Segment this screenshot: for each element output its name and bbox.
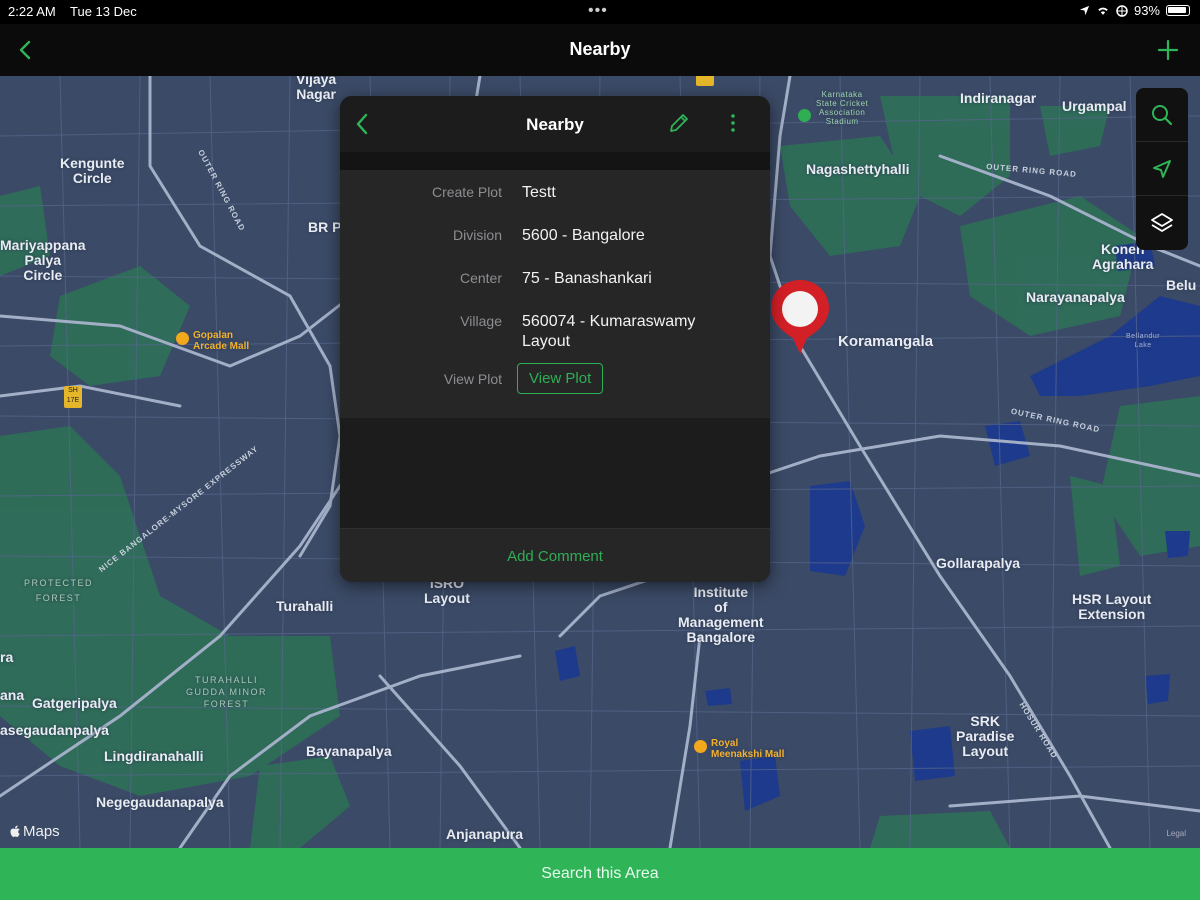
field-row-center: Center 75 - Banashankari bbox=[340, 260, 770, 303]
field-row-division: Division 5600 - Bangalore bbox=[340, 217, 770, 260]
map-label-asegaudanpalya: asegaudanpalya bbox=[0, 722, 109, 738]
location-arrow-icon bbox=[1153, 159, 1171, 178]
map-label-iim: Institute of Management Bangalore bbox=[678, 584, 764, 645]
field-row-create-plot: Create Plot Testt bbox=[340, 174, 770, 217]
search-icon bbox=[1152, 104, 1173, 125]
view-plot-button[interactable]: View Plot bbox=[517, 363, 604, 394]
battery-percent: 93% bbox=[1133, 3, 1160, 18]
map-label-gatgeripalya: Gatgeripalya bbox=[32, 695, 117, 711]
field-value-create-plot: Testt bbox=[522, 184, 556, 201]
map-label-ana: ana bbox=[0, 687, 25, 703]
nav-title: Nearby bbox=[569, 39, 631, 59]
map-label-koramangala: Koramangala bbox=[838, 333, 934, 350]
field-label: Village bbox=[460, 313, 502, 329]
map-label-narayanapalya: Narayanapalya bbox=[1026, 289, 1125, 305]
wifi-icon bbox=[1098, 7, 1108, 15]
multitask-dots-icon[interactable]: ••• bbox=[588, 2, 608, 20]
map-label-lake: Bellandur Lake bbox=[1126, 333, 1161, 349]
highway-shield-icon-2 bbox=[696, 76, 714, 86]
map-layers-button[interactable] bbox=[1136, 196, 1188, 250]
map-controls bbox=[1136, 88, 1188, 250]
map-label-bayanapalya: Bayanapalya bbox=[306, 743, 392, 759]
legal-link[interactable]: Legal bbox=[1166, 829, 1186, 838]
panel-header: Nearby bbox=[340, 96, 770, 152]
field-label: View Plot bbox=[443, 371, 502, 387]
location-pin-icon[interactable] bbox=[769, 278, 831, 356]
search-this-area-button[interactable]: Search this Area bbox=[0, 848, 1200, 900]
field-label: Create Plot bbox=[431, 184, 502, 200]
vpn-icon bbox=[1116, 4, 1128, 17]
more-vertical-icon[interactable] bbox=[724, 110, 742, 136]
highway-shield-icon: SH 17E bbox=[64, 386, 82, 408]
battery-icon bbox=[1166, 5, 1190, 16]
map-label-belu: Belu bbox=[1166, 277, 1197, 293]
panel-separator bbox=[340, 152, 770, 170]
map-search-button[interactable] bbox=[1136, 88, 1188, 142]
map-label-turahalli-forest: TURAHALLI GUDDA MINOR FOREST bbox=[186, 675, 268, 709]
add-comment-button[interactable]: Add Comment bbox=[340, 528, 770, 582]
stadium-poi-icon[interactable] bbox=[798, 109, 811, 122]
panel-title: Nearby bbox=[526, 115, 584, 134]
field-value-division: 5600 - Bangalore bbox=[522, 227, 645, 244]
map-label-br-p: BR P bbox=[308, 219, 342, 235]
map-label-ra: ra bbox=[0, 649, 14, 665]
map-label-protected-forest: PROTECTED FOREST bbox=[24, 578, 94, 603]
map-label-hsr-layout: HSR Layout Extension bbox=[1072, 591, 1152, 622]
map-label-lingdiranahalli: Lingdiranahalli bbox=[104, 748, 204, 764]
status-bar: 2:22 AM Tue 13 Dec ••• 93% bbox=[0, 0, 1200, 24]
field-row-view-plot: View Plot View Plot bbox=[340, 361, 770, 404]
panel-empty-area bbox=[340, 418, 770, 528]
field-value-center: 75 - Banashankari bbox=[522, 270, 652, 287]
map-label-srk-paradise: SRK Paradise Layout bbox=[956, 713, 1015, 759]
map-label-vijaya-nagar: Vijaya Nagar bbox=[296, 76, 337, 102]
edit-pencil-icon[interactable] bbox=[666, 110, 692, 136]
map-label-anjanapura: Anjanapura bbox=[446, 826, 524, 842]
plot-details-form: Create Plot Testt Division 5600 - Bangal… bbox=[340, 170, 770, 418]
map-label-stadium: Karnataka State Cricket Association Stad… bbox=[816, 90, 869, 126]
layers-icon bbox=[1151, 213, 1173, 232]
map-label-nagashettyhalli: Nagashettyhalli bbox=[806, 161, 910, 177]
apple-logo-icon bbox=[10, 825, 20, 837]
location-arrow-icon bbox=[1079, 5, 1090, 16]
maps-attribution[interactable]: Maps bbox=[10, 823, 60, 840]
map-label-kengunte-circle: Kengunte Circle bbox=[60, 155, 125, 186]
status-icons: 93% bbox=[1079, 3, 1190, 18]
nearby-detail-panel: Nearby Create Plot Testt Division 5600 -… bbox=[340, 96, 770, 582]
map-label-indiranagar: Indiranagar bbox=[960, 90, 1037, 106]
maps-attribution-label: Maps bbox=[23, 823, 60, 840]
map-label-turahalli: Turahalli bbox=[276, 598, 334, 614]
map-label-urgampal: Urgampal bbox=[1062, 98, 1127, 114]
add-plus-icon[interactable] bbox=[1156, 38, 1180, 62]
field-row-village: Village 560074 - Kumaraswamy Layout bbox=[340, 303, 770, 361]
field-label: Center bbox=[459, 270, 502, 286]
map-label-gopalan-mall[interactable]: Gopalan Arcade Mall bbox=[193, 330, 249, 352]
status-date: Tue 13 Dec bbox=[70, 4, 137, 19]
field-label: Division bbox=[452, 227, 502, 243]
mall-poi-icon[interactable] bbox=[694, 740, 707, 753]
mall-poi-icon[interactable] bbox=[176, 332, 189, 345]
nav-bar: Nearby bbox=[0, 24, 1200, 76]
map-label-negegaudanapalya: Negegaudanapalya bbox=[96, 794, 224, 810]
field-value-village: 560074 - Kumaraswamy Layout bbox=[522, 313, 696, 350]
map-label-gollarapalya: Gollarapalya bbox=[936, 555, 1021, 571]
map-label-royal-mall[interactable]: Royal Meenakshi Mall bbox=[711, 738, 784, 760]
map-locate-button[interactable] bbox=[1136, 142, 1188, 196]
map-label-mariyappana-palya: Mariyappana Palya Circle bbox=[0, 237, 86, 283]
status-time: 2:22 AM bbox=[8, 4, 56, 19]
